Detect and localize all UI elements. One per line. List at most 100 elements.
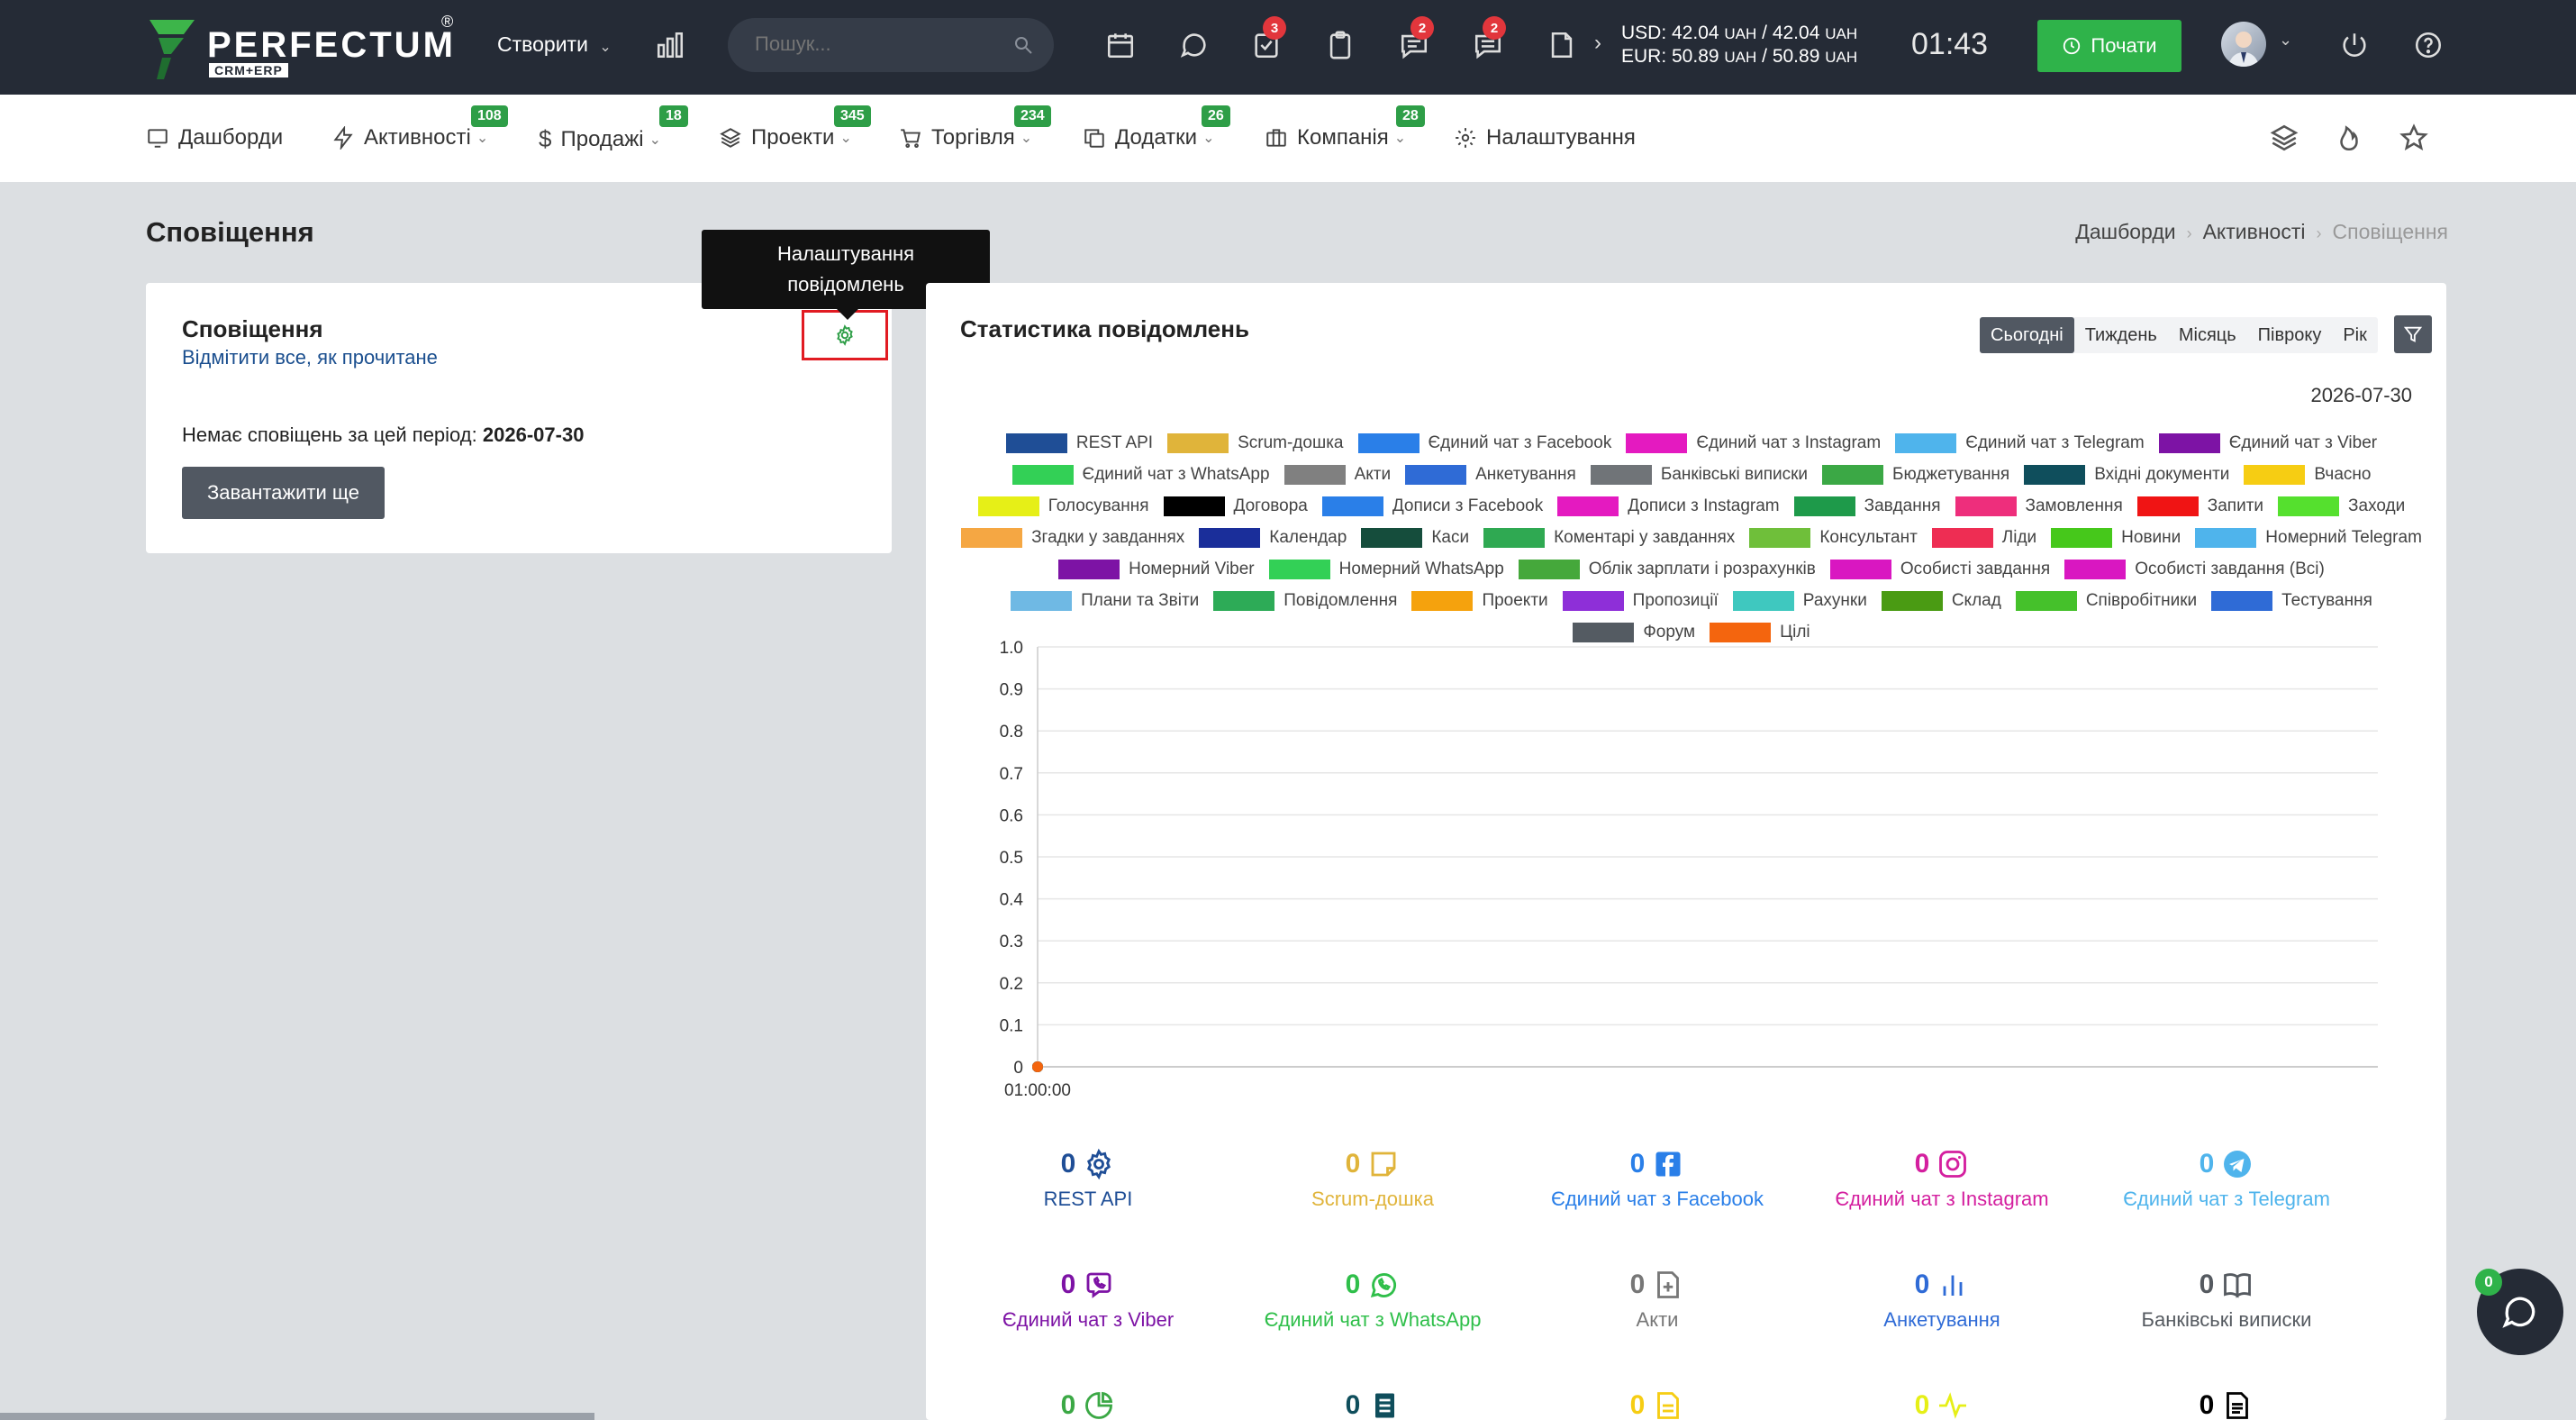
- search-icon[interactable]: [1012, 34, 1034, 56]
- legend-item[interactable]: Єдиний чат з WhatsApp: [1011, 459, 1270, 490]
- load-more-button[interactable]: Завантажити ще: [182, 467, 385, 519]
- legend-item[interactable]: Вчасно: [2244, 459, 2371, 490]
- data-point[interactable]: [1032, 1061, 1043, 1072]
- legend-item[interactable]: Рахунки: [1732, 585, 1867, 616]
- legend-item[interactable]: Єдиний чат з Viber: [2158, 427, 2377, 459]
- create-menu-button[interactable]: Створити ⌄: [497, 32, 612, 57]
- filter-button[interactable]: [2394, 315, 2432, 353]
- calendar-icon[interactable]: [1102, 27, 1138, 63]
- legend-item[interactable]: Голосування: [977, 490, 1149, 522]
- legend-item[interactable]: Scrum-дошка: [1167, 427, 1344, 459]
- start-timer-button[interactable]: Почати: [2037, 20, 2181, 72]
- nav-projects[interactable]: Проекти ⌄ 345: [719, 105, 871, 150]
- stat-item[interactable]: 0 REST API: [953, 1148, 1223, 1211]
- brand-logo[interactable]: PERFECTUM ® CRM+ERP: [144, 13, 468, 85]
- chevron-down-icon: ⌄: [476, 131, 489, 146]
- legend-label: Проекти: [1482, 590, 1548, 610]
- power-icon[interactable]: [2336, 27, 2372, 63]
- user-menu-chevron-icon[interactable]: ⌄: [2279, 31, 2292, 50]
- legend-item[interactable]: Замовлення: [1955, 490, 2123, 522]
- stat-item[interactable]: 0 Єдиний чат з Instagram: [1807, 1148, 2077, 1211]
- legend-item[interactable]: Плани та Звіти: [1011, 585, 1199, 616]
- legend-item[interactable]: Дописи з Instagram: [1557, 490, 1780, 522]
- legend-item[interactable]: Заходи: [2278, 490, 2405, 522]
- clipboard-icon[interactable]: [1322, 27, 1358, 63]
- legend-item[interactable]: Пропозиції: [1562, 585, 1719, 616]
- stat-item[interactable]: 0: [1807, 1389, 2077, 1420]
- legend-item[interactable]: Співробітники: [2015, 585, 2197, 616]
- search-input[interactable]: [755, 32, 989, 56]
- star-icon[interactable]: [2396, 120, 2432, 156]
- legend-item[interactable]: Бюджетування: [1822, 459, 2009, 490]
- stat-item[interactable]: 0: [1522, 1389, 1792, 1420]
- nav-addons[interactable]: Додатки ⌄ 26: [1083, 105, 1230, 150]
- legend-item[interactable]: Договора: [1163, 490, 1308, 522]
- nav-dashboards[interactable]: Дашборди: [146, 125, 283, 150]
- search-box[interactable]: [728, 18, 1054, 72]
- legend-item[interactable]: Акти: [1283, 459, 1391, 490]
- stat-item[interactable]: 0 Банківські виписки: [2091, 1269, 2362, 1332]
- period-tab[interactable]: Півроку: [2247, 317, 2333, 353]
- nav-settings[interactable]: Налаштування: [1454, 125, 1636, 150]
- legend-item[interactable]: Номерний Telegram: [2195, 522, 2422, 553]
- period-tab[interactable]: Сьогодні: [1980, 317, 2074, 353]
- legend-item[interactable]: Коментарі у завданнях: [1483, 522, 1735, 553]
- nav-label: Активності: [364, 125, 471, 150]
- nav-company[interactable]: Компанія ⌄ 28: [1265, 105, 1425, 150]
- legend-item[interactable]: Особисті завдання (Всі): [2064, 553, 2325, 585]
- legend-item[interactable]: Каси: [1361, 522, 1469, 553]
- stat-label: Банківські виписки: [2141, 1308, 2312, 1331]
- legend-item[interactable]: Згадки у завданнях: [961, 522, 1184, 553]
- chart-icon[interactable]: [652, 27, 688, 63]
- stat-item[interactable]: 0 Єдиний чат з Facebook: [1522, 1148, 1792, 1211]
- stat-item[interactable]: 0 Єдиний чат з Telegram: [2091, 1148, 2362, 1211]
- legend-item[interactable]: Дописи з Facebook: [1321, 490, 1543, 522]
- legend-item[interactable]: Вхідні документи: [2024, 459, 2229, 490]
- legend-item[interactable]: Повідомлення: [1213, 585, 1397, 616]
- stat-item[interactable]: 0 Акти: [1522, 1269, 1792, 1332]
- legend-item[interactable]: Ліди: [1931, 522, 2036, 553]
- stat-item[interactable]: 0: [953, 1389, 1223, 1420]
- stat-item[interactable]: 0: [1238, 1389, 1508, 1420]
- legend-item[interactable]: Єдиний чат з Telegram: [1895, 427, 2145, 459]
- file-icon[interactable]: [1544, 27, 1580, 63]
- stat-item[interactable]: 0 Єдиний чат з Viber: [953, 1269, 1223, 1332]
- legend-item[interactable]: Новини: [2051, 522, 2181, 553]
- fire-icon[interactable]: [2331, 120, 2367, 156]
- legend-item[interactable]: Проекти: [1411, 585, 1548, 616]
- legend-item[interactable]: Єдиний чат з Facebook: [1357, 427, 1611, 459]
- legend-item[interactable]: Банківські виписки: [1590, 459, 1808, 490]
- nav-activities[interactable]: Активності ⌄ 108: [331, 105, 508, 150]
- legend-item[interactable]: Склад: [1881, 585, 2001, 616]
- help-icon[interactable]: [2410, 27, 2446, 63]
- stat-item[interactable]: 0 Єдиний чат з WhatsApp: [1238, 1269, 1508, 1332]
- nav-trade[interactable]: Торгівля ⌄ 234: [899, 105, 1051, 150]
- stat-item[interactable]: 0: [2091, 1389, 2362, 1420]
- breadcrumb-dashboards[interactable]: Дашборди: [2075, 220, 2175, 243]
- legend-item[interactable]: Облік зарплати і розрахунків: [1518, 553, 1816, 585]
- period-tab[interactable]: Рік: [2332, 317, 2378, 353]
- legend-item[interactable]: Номерний WhatsApp: [1268, 553, 1504, 585]
- stat-value-row: 0: [953, 1148, 1223, 1180]
- legend-item[interactable]: Консультант: [1749, 522, 1918, 553]
- breadcrumb-activities[interactable]: Активності: [2203, 220, 2306, 243]
- legend-item[interactable]: Номерний Viber: [1058, 553, 1255, 585]
- chat-icon[interactable]: [1176, 27, 1212, 63]
- legend-item[interactable]: Єдиний чат з Instagram: [1626, 427, 1881, 459]
- legend-item[interactable]: Календар: [1199, 522, 1347, 553]
- legend-item[interactable]: Особисті завдання: [1829, 553, 2050, 585]
- avatar[interactable]: [2221, 22, 2266, 67]
- layers-quick-icon[interactable]: [2266, 120, 2302, 156]
- legend-item[interactable]: Запити: [2136, 490, 2263, 522]
- nav-sales[interactable]: $ Продажі ⌄ 18: [539, 105, 688, 153]
- stat-item[interactable]: 0 Scrum-дошка: [1238, 1148, 1508, 1211]
- legend-item[interactable]: Тестування: [2211, 585, 2372, 616]
- stat-item[interactable]: 0 Анкетування: [1807, 1269, 2077, 1332]
- legend-item[interactable]: Анкетування: [1405, 459, 1576, 490]
- chevron-right-icon[interactable]: ›: [1594, 31, 1601, 56]
- legend-item[interactable]: REST API: [1005, 427, 1153, 459]
- mark-all-read-link[interactable]: Відмітити все, як прочитане: [182, 346, 438, 369]
- period-tab[interactable]: Тиждень: [2074, 317, 2168, 353]
- period-tab[interactable]: Місяць: [2168, 317, 2247, 353]
- legend-item[interactable]: Завдання: [1793, 490, 1941, 522]
